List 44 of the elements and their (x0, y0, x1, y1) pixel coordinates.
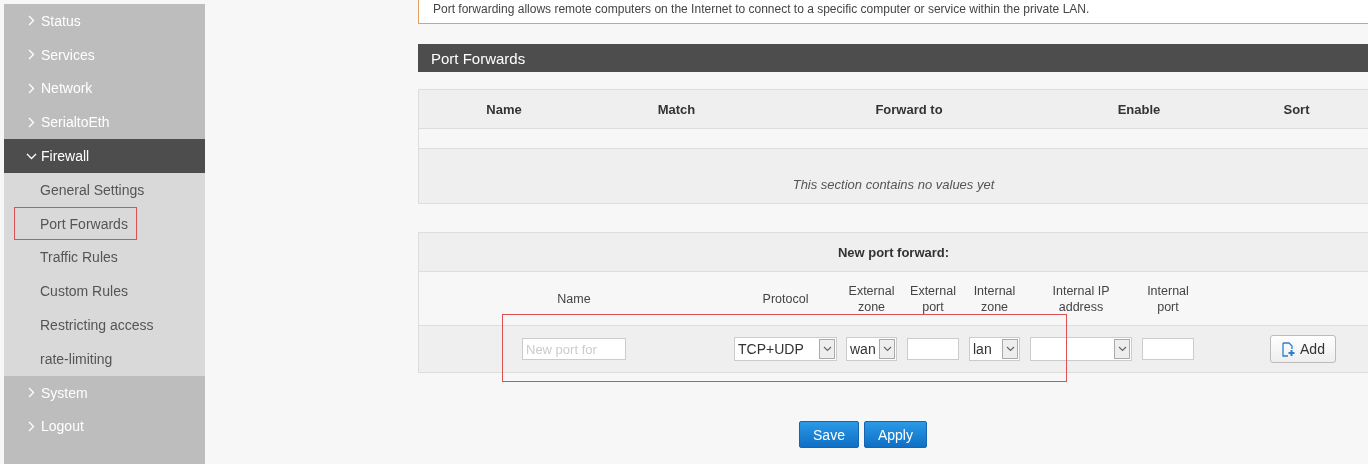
add-button[interactable]: Add (1270, 335, 1336, 363)
chevron-right-icon (28, 420, 35, 432)
submenu-item[interactable]: Port Forwards (14, 207, 137, 241)
empty-message: This section contains no values yet (792, 176, 995, 192)
column-header: Internal IP address (1051, 282, 1111, 315)
chevron-right-icon (28, 116, 35, 128)
column-header: Name (485, 101, 523, 117)
column-header: External zone (847, 282, 896, 315)
column-header: Match (656, 101, 697, 117)
submenu-item[interactable]: Traffic Rules (14, 240, 127, 274)
caret-down-icon (1117, 346, 1127, 352)
description-text: Port forwarding allows remote computers on the Internet to connect to a specific computer or service within the private LAN. (418, 0, 1368, 24)
column-header: Sort (1282, 101, 1311, 117)
select-field[interactable]: wan (846, 337, 897, 361)
caret-down-icon (882, 346, 892, 352)
add-document-icon (1281, 341, 1296, 357)
select-field[interactable] (1030, 337, 1132, 361)
action-button[interactable]: Apply (863, 421, 927, 448)
submenu-item[interactable]: rate-limiting (14, 342, 122, 376)
action-button[interactable]: Save (799, 421, 859, 448)
column-header: External port (909, 282, 957, 315)
form-title: New port forward: (419, 233, 1368, 272)
chevron-right-icon (28, 49, 35, 61)
input-field[interactable] (907, 338, 959, 360)
select-field[interactable]: lan (969, 337, 1020, 361)
section-title: Port Forwards (418, 44, 1368, 72)
caret-down-icon (822, 346, 832, 352)
menu-item[interactable]: Firewall (4, 139, 205, 173)
chevron-right-icon (28, 83, 35, 94)
submenu-item[interactable]: General Settings (14, 173, 154, 207)
chevron-right-icon (28, 387, 35, 399)
input-field[interactable] (1142, 338, 1194, 360)
chevron-right-icon (28, 15, 35, 27)
column-header: Internal zone (972, 282, 1017, 315)
column-header: Name (556, 290, 592, 307)
column-header: Protocol (761, 290, 810, 307)
select-field[interactable]: TCP+UDP (734, 337, 837, 361)
column-header: Internal port (1146, 282, 1190, 315)
column-header: Enable (1116, 101, 1162, 117)
column-header: Forward to (874, 101, 944, 117)
chevron-down-icon (26, 152, 37, 160)
submenu-item[interactable]: Custom Rules (14, 274, 137, 308)
caret-down-icon (1005, 346, 1015, 352)
submenu-item[interactable]: Restricting access (14, 308, 163, 342)
